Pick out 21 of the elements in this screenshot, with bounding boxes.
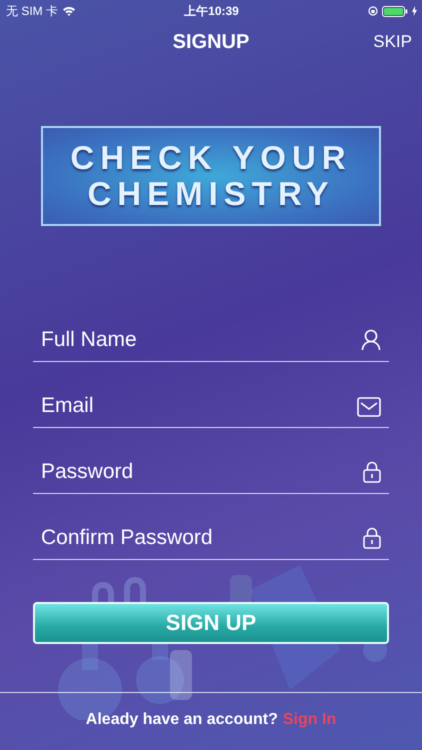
sign-up-button[interactable]: SIGN UP xyxy=(33,602,389,644)
wifi-icon xyxy=(62,6,76,16)
rotation-lock-icon xyxy=(368,6,378,16)
input-field[interactable]: Full Name xyxy=(41,325,355,355)
logo-text: CHECK YOUR xyxy=(70,140,352,176)
battery-icon xyxy=(382,6,408,16)
sign-in-link[interactable]: Sign In xyxy=(282,711,336,729)
skip-button[interactable]: SKIP xyxy=(373,32,412,52)
lock-icon xyxy=(363,461,381,483)
mail-icon xyxy=(357,397,381,417)
logo-text: CHEMISTRY xyxy=(87,176,335,212)
carrier-text: 无 SIM 卡 xyxy=(6,2,58,20)
input-field[interactable]: Email xyxy=(41,391,351,421)
input-field[interactable]: Confirm Password xyxy=(41,523,357,553)
lock-icon xyxy=(363,527,381,549)
user-icon xyxy=(361,329,381,351)
status-time: 上午10:39 xyxy=(184,2,239,20)
account-prompt: Aleady have an account? xyxy=(86,711,278,729)
charging-icon xyxy=(412,6,417,16)
input-field[interactable]: Password xyxy=(41,457,357,487)
screen-title: SIGNUP xyxy=(172,30,250,54)
